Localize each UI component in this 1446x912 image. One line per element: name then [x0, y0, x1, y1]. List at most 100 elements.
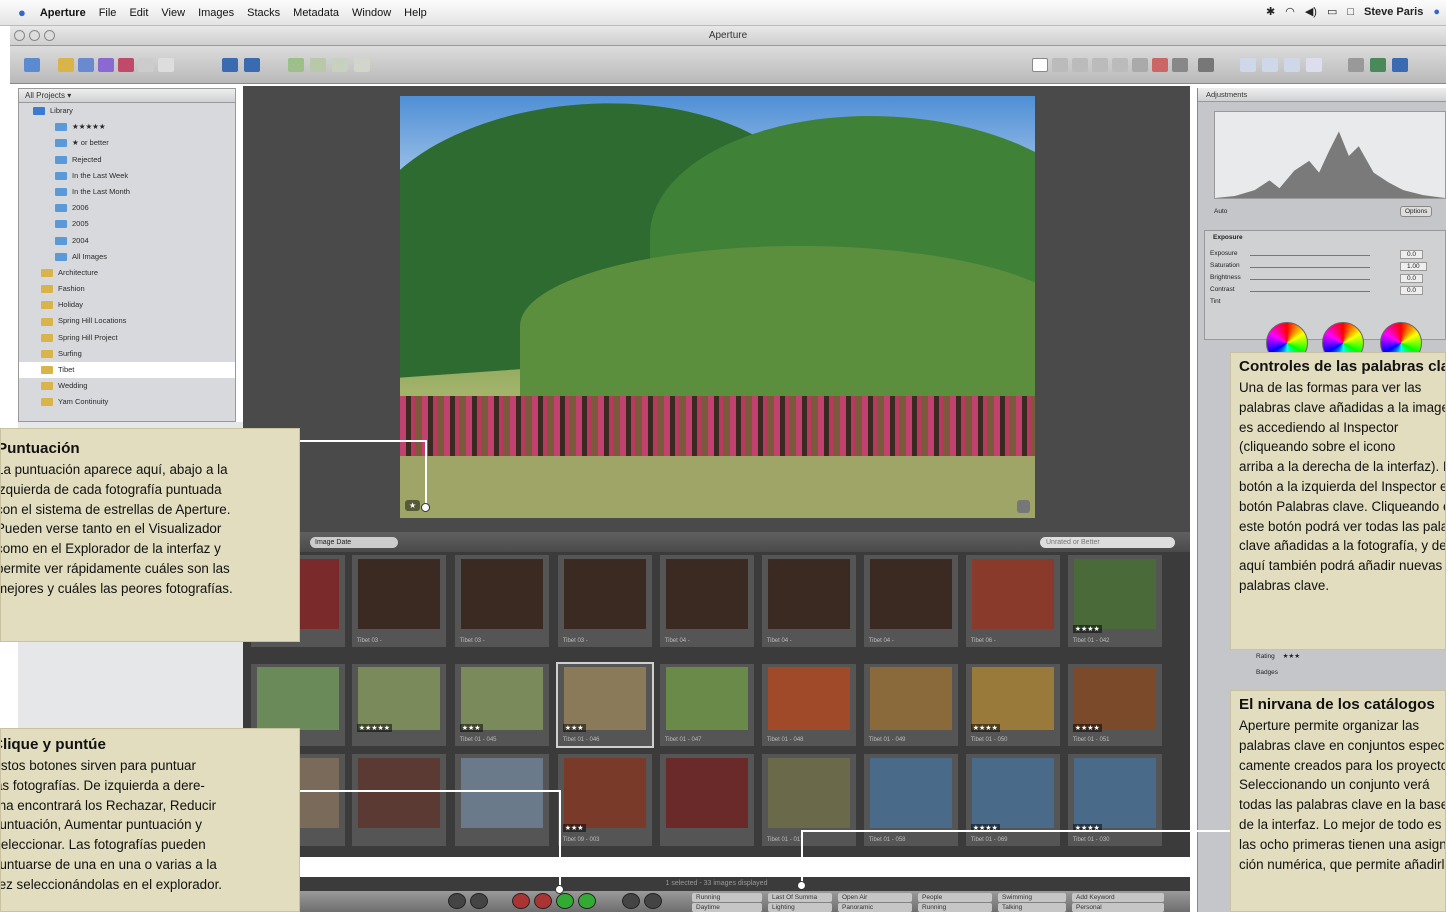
- keyword-button[interactable]: Panoramic: [838, 903, 912, 912]
- keyword-button[interactable]: People: [918, 893, 992, 902]
- project-item[interactable]: Spring Hill Locations: [19, 313, 235, 329]
- project-item[interactable]: ★★★★★: [19, 119, 235, 135]
- menu-help[interactable]: Help: [404, 7, 427, 19]
- thumbnail[interactable]: ★★★ Tibet 09 - 003: [558, 754, 652, 846]
- keyword-button[interactable]: Lighting: [768, 903, 832, 912]
- viewer-photo[interactable]: [400, 96, 1035, 518]
- straighten-icon[interactable]: [1092, 58, 1108, 72]
- rotate-left-button[interactable]: [448, 893, 466, 909]
- print-icon[interactable]: [310, 58, 326, 72]
- thumbnail[interactable]: ★★★ Tibet 01 - 046: [556, 662, 654, 748]
- loupe-icon[interactable]: [1198, 58, 1214, 72]
- adjustment-value-field[interactable]: 0.0: [1400, 250, 1424, 259]
- keyword-button[interactable]: Open Air: [838, 893, 912, 902]
- project-item[interactable]: ★ or better: [19, 135, 235, 151]
- keyword-button[interactable]: Running: [918, 903, 992, 912]
- new-web-gallery-icon[interactable]: [158, 58, 174, 72]
- close-window-button[interactable]: [14, 30, 25, 41]
- project-item[interactable]: Wedding: [19, 378, 235, 394]
- adjustment-slider[interactable]: [1250, 255, 1370, 256]
- project-item[interactable]: Spring Hill Project: [19, 330, 235, 346]
- previous-image-button[interactable]: [622, 893, 640, 909]
- project-item[interactable]: Architecture: [19, 265, 235, 281]
- bluetooth-icon[interactable]: ✱: [1266, 5, 1275, 18]
- crop-icon[interactable]: [1112, 58, 1128, 72]
- options-button[interactable]: Options: [1400, 206, 1433, 217]
- thumbnail[interactable]: ★★★★ Tibet 01 - 069: [966, 754, 1060, 846]
- project-item[interactable]: Library: [19, 103, 235, 119]
- project-item[interactable]: All Images: [19, 249, 235, 265]
- thumbnail[interactable]: Tibet 04 -: [864, 555, 958, 647]
- project-item[interactable]: In the Last Month: [19, 184, 235, 200]
- thumbnail[interactable]: ★★★★ Tibet 01 - 051: [1068, 664, 1162, 746]
- adjustment-value-field[interactable]: 1.00: [1400, 262, 1427, 271]
- split-mode-icon[interactable]: [1284, 58, 1300, 72]
- thumbnail[interactable]: [455, 754, 549, 846]
- project-item[interactable]: 2006: [19, 200, 235, 216]
- thumbnail[interactable]: Tibet 03 -: [352, 555, 446, 647]
- new-album-icon[interactable]: [78, 58, 94, 72]
- keywords-hud-icon[interactable]: [1392, 58, 1408, 72]
- next-image-button[interactable]: [644, 893, 662, 909]
- full-screen-icon[interactable]: [1306, 58, 1322, 72]
- email-icon[interactable]: [288, 58, 304, 72]
- thumbnail[interactable]: Tibet 06 -: [966, 555, 1060, 647]
- unstack-icon[interactable]: [244, 58, 260, 72]
- rotate-right-icon[interactable]: [1072, 58, 1088, 72]
- project-item[interactable]: Holiday: [19, 297, 235, 313]
- spotlight-icon[interactable]: ●: [1433, 6, 1440, 18]
- stack-icon[interactable]: [222, 58, 238, 72]
- rotate-left-icon[interactable]: [1052, 58, 1068, 72]
- keyword-button[interactable]: Last Of Summa: [768, 893, 832, 902]
- lift-stamp-icon[interactable]: [1172, 58, 1188, 72]
- web-icon[interactable]: [332, 58, 348, 72]
- project-item[interactable]: 2004: [19, 233, 235, 249]
- adjustments-hud-icon[interactable]: [1370, 58, 1386, 72]
- menu-edit[interactable]: Edit: [129, 7, 148, 19]
- display-icon[interactable]: □: [1347, 6, 1354, 18]
- menu-metadata[interactable]: Metadata: [293, 7, 339, 19]
- menu-window[interactable]: Window: [352, 7, 391, 19]
- keyword-button[interactable]: Talking: [998, 903, 1066, 912]
- projects-header[interactable]: All Projects ▾: [19, 89, 235, 103]
- select-button[interactable]: [578, 893, 596, 909]
- import-icon[interactable]: [24, 58, 40, 72]
- thumbnail[interactable]: Tibet 01 - 058: [864, 754, 958, 846]
- thumbnail[interactable]: Tibet 03 -: [558, 555, 652, 647]
- reject-button[interactable]: [512, 893, 530, 909]
- zoom-window-button[interactable]: [44, 30, 55, 41]
- rotate-right-button[interactable]: [470, 893, 488, 909]
- keyword-button[interactable]: Daytime: [692, 903, 762, 912]
- project-item[interactable]: Rejected: [19, 152, 235, 168]
- thumbnail[interactable]: Tibet 03 -: [455, 555, 549, 647]
- battery-icon[interactable]: ▭: [1327, 5, 1337, 18]
- project-item[interactable]: In the Last Week: [19, 168, 235, 184]
- new-book-icon[interactable]: [118, 58, 134, 72]
- increase-rating-button[interactable]: [556, 893, 574, 909]
- thumbnail[interactable]: Tibet 01 - 047: [660, 664, 754, 746]
- thumbnail[interactable]: Tibet 04 -: [762, 555, 856, 647]
- project-item[interactable]: 2005: [19, 216, 235, 232]
- adjustment-value-field[interactable]: 0.0: [1400, 274, 1424, 283]
- user-name[interactable]: Steve Paris: [1364, 6, 1423, 18]
- thumbnail[interactable]: Tibet 01 - 049: [864, 664, 958, 746]
- spot-patch-icon[interactable]: [1132, 58, 1148, 72]
- adjustment-slider[interactable]: [1250, 279, 1370, 280]
- thumbnail[interactable]: [352, 754, 446, 846]
- thumbnail[interactable]: Tibet 01 - 017: [762, 754, 856, 846]
- menu-app-name[interactable]: Aperture: [40, 7, 86, 19]
- decrease-rating-button[interactable]: [534, 893, 552, 909]
- menu-file[interactable]: File: [99, 7, 117, 19]
- new-project-icon[interactable]: [58, 58, 74, 72]
- selection-tool-icon[interactable]: [1032, 58, 1048, 72]
- menu-stacks[interactable]: Stacks: [247, 7, 280, 19]
- viewer-mode-icon[interactable]: [1240, 58, 1256, 72]
- viewer-metadata-button[interactable]: [1017, 500, 1030, 513]
- keyword-button[interactable]: Swimming: [998, 893, 1066, 902]
- export-icon[interactable]: [354, 58, 370, 72]
- project-item[interactable]: Fashion: [19, 281, 235, 297]
- new-smart-album-icon[interactable]: [98, 58, 114, 72]
- menu-images[interactable]: Images: [198, 7, 234, 19]
- add-keyword-input[interactable]: Add Keyword: [1072, 893, 1164, 902]
- thumbnail[interactable]: ★★★★★: [352, 664, 446, 746]
